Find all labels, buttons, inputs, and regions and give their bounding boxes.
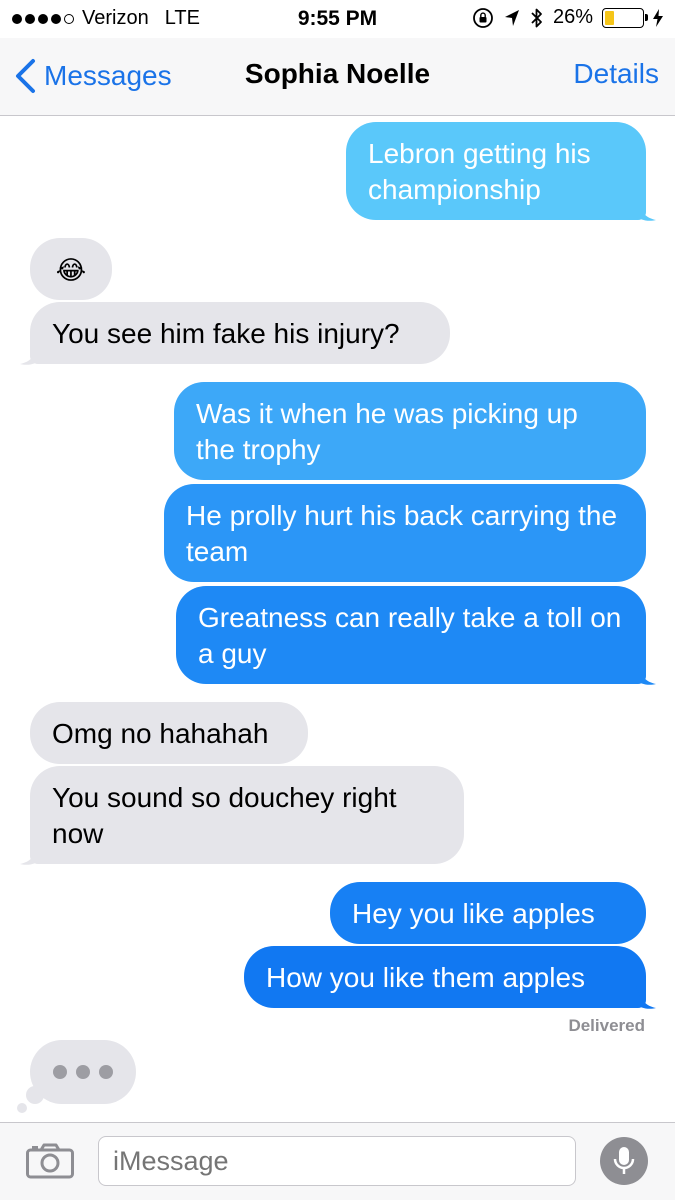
location-arrow-icon [504,9,519,26]
navigation-bar: Messages Sophia Noelle Details [0,38,675,116]
typing-dot [76,1065,90,1079]
message-text: How you like them apples [266,962,586,993]
typing-indicator [30,1040,136,1104]
typing-dot [53,1065,67,1079]
status-bar: Verizon LTE 9:55 PM 26% [0,0,675,38]
message-bubble-incoming[interactable]: Omg no hahahah [30,702,308,764]
bubble-tail [636,662,656,685]
message-text: Omg no hahahah [52,718,269,749]
message-bubble-outgoing[interactable]: How you like them apples [244,946,646,1008]
bubble-tail [636,198,656,221]
message-bubble-outgoing[interactable]: Hey you like apples [330,882,646,944]
message-text: 😂 [55,255,87,285]
message-text: He prolly hurt his back carrying the tea… [186,500,618,567]
composer-bar [0,1122,675,1200]
bubble-tail [20,842,40,865]
camera-button[interactable] [26,1143,74,1184]
status-right: 26% [472,6,663,29]
bubble-tail [636,986,656,1009]
message-text: Lebron getting his championship [368,138,591,205]
message-text: Greatness can really take a toll on a gu… [198,602,622,669]
microphone-button[interactable] [600,1137,648,1185]
typing-indicator-tail [17,1103,27,1113]
message-text: You sound so douchey right now [52,782,397,849]
typing-indicator-tail [26,1086,44,1104]
message-bubble-outgoing[interactable]: Lebron getting his championship [346,122,646,220]
rotation-lock-icon [473,7,493,28]
message-text: Was it when he was picking up the trophy [196,398,578,465]
bubble-tail [20,342,40,365]
message-bubble-incoming[interactable]: You sound so douchey right now [30,766,464,864]
delivered-status: Delivered [568,1016,645,1035]
imessage-input[interactable] [98,1136,576,1186]
message-bubble-outgoing[interactable]: He prolly hurt his back carrying the tea… [164,484,646,582]
message-bubble-incoming[interactable]: You see him fake his injury? [30,302,450,364]
details-button[interactable]: Details [573,58,659,90]
typing-dot [99,1065,113,1079]
message-bubble-outgoing[interactable]: Greatness can really take a toll on a gu… [176,586,646,684]
message-bubble-incoming[interactable]: 😂 [30,238,112,300]
battery-icon [602,7,648,28]
message-text: Hey you like apples [352,898,595,929]
message-bubble-outgoing[interactable]: Was it when he was picking up the trophy [174,382,646,480]
camera-icon [26,1143,74,1179]
charging-bolt-icon [653,8,663,27]
bluetooth-icon [531,8,542,27]
battery-percent: 26% [552,6,593,28]
message-text: You see him fake his injury? [52,318,400,349]
microphone-icon [613,1147,635,1174]
